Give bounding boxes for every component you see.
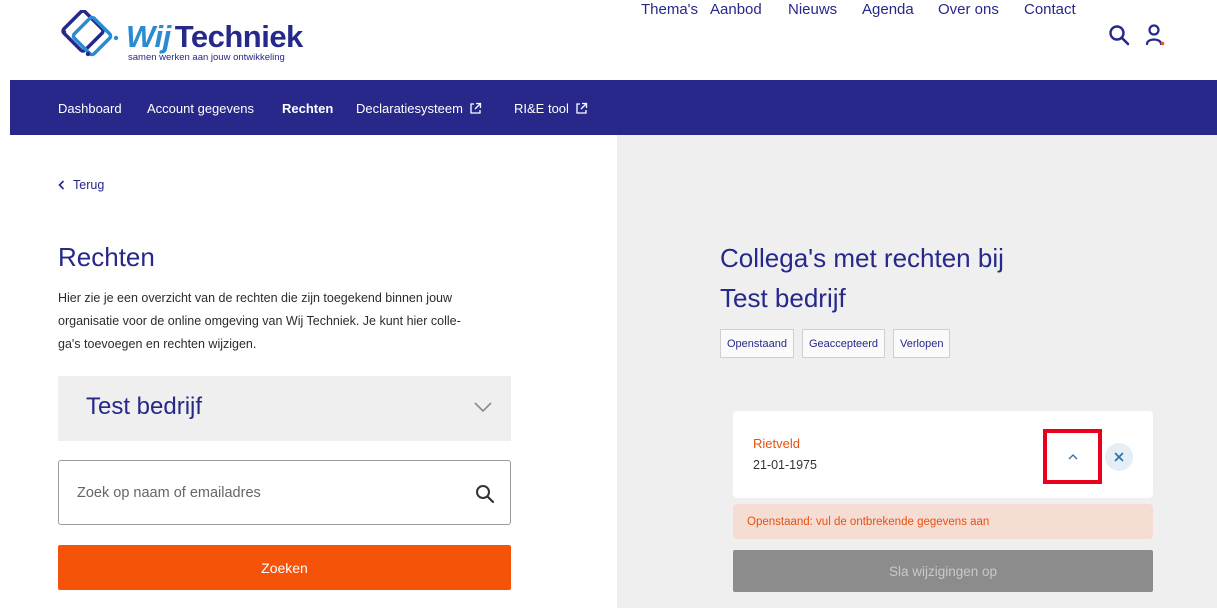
- nav-themas[interactable]: Thema's: [641, 0, 698, 20]
- page-title: Rechten: [58, 242, 155, 272]
- nav-agenda[interactable]: Agenda: [862, 0, 914, 20]
- logo-tagline: samen werken aan jouw ontwikkeling: [128, 52, 285, 63]
- nav-over-ons[interactable]: Over ons: [938, 0, 999, 20]
- subnav-account-gegevens[interactable]: Account gegevens: [147, 100, 254, 118]
- back-link[interactable]: Terug: [58, 178, 104, 192]
- colleague-name: Rietveld: [753, 436, 800, 451]
- search-input[interactable]: [77, 479, 457, 507]
- colleagues-title: Collega's met rechten bij Test bedrijf: [720, 243, 1004, 313]
- filter-geaccepteerd[interactable]: Geaccepteerd: [801, 329, 886, 358]
- subnav-dashboard[interactable]: Dashboard: [58, 100, 122, 118]
- remove-colleague-button[interactable]: [1105, 443, 1133, 471]
- external-link-icon: [470, 102, 482, 114]
- colleague-card: Rietveld 21-01-1975: [733, 411, 1153, 498]
- external-link-icon: [576, 102, 588, 114]
- subnav-rechten[interactable]: Rechten: [282, 100, 333, 118]
- chevron-down-icon: [474, 402, 492, 413]
- close-icon: [1114, 452, 1124, 462]
- status-filters: Openstaand Geaccepteerd Verlopen: [720, 329, 951, 358]
- company-select-value: Test bedrijf: [86, 393, 203, 420]
- wij-techniek-logo[interactable]: Wij Techniek samen werken aan jouw ontwik…: [58, 10, 303, 68]
- logo-mark-icon: [61, 10, 119, 57]
- chevron-left-icon: [58, 180, 65, 190]
- colleague-birthdate: 21-01-1975: [753, 458, 817, 472]
- save-changes-button[interactable]: Sla wijzigingen op: [733, 550, 1153, 592]
- company-select[interactable]: Test bedrijf: [58, 376, 511, 441]
- chevron-up-icon: [1068, 453, 1077, 459]
- search-field[interactable]: [58, 460, 511, 525]
- logo-wordmark: Wij Techniek: [126, 19, 303, 54]
- user-icon[interactable]: [1144, 23, 1166, 47]
- subnav-declaratiesysteem[interactable]: Declaratiesysteem: [356, 100, 482, 118]
- nav-aanbod[interactable]: Aanbod: [710, 0, 762, 20]
- account-subnav: Dashboard Account gegevens Rechten Decla…: [10, 80, 1217, 135]
- expand-toggle-button[interactable]: [1043, 429, 1102, 484]
- nav-contact[interactable]: Contact: [1024, 0, 1076, 20]
- search-button[interactable]: Zoeken: [58, 545, 511, 590]
- search-icon[interactable]: [475, 484, 495, 504]
- status-warning: Openstaand: vul de ontbrekende gegevens …: [733, 504, 1153, 539]
- page-description: Hier zie je een overzicht van de rechten…: [58, 291, 461, 351]
- nav-nieuws[interactable]: Nieuws: [788, 0, 837, 20]
- search-icon[interactable]: [1108, 24, 1130, 46]
- site-header: Wij Techniek samen werken aan jouw ontwik…: [0, 0, 1217, 80]
- filter-openstaand[interactable]: Openstaand: [720, 329, 794, 358]
- subnav-rie-tool[interactable]: RI&E tool: [514, 100, 588, 118]
- filter-verlopen[interactable]: Verlopen: [893, 329, 951, 358]
